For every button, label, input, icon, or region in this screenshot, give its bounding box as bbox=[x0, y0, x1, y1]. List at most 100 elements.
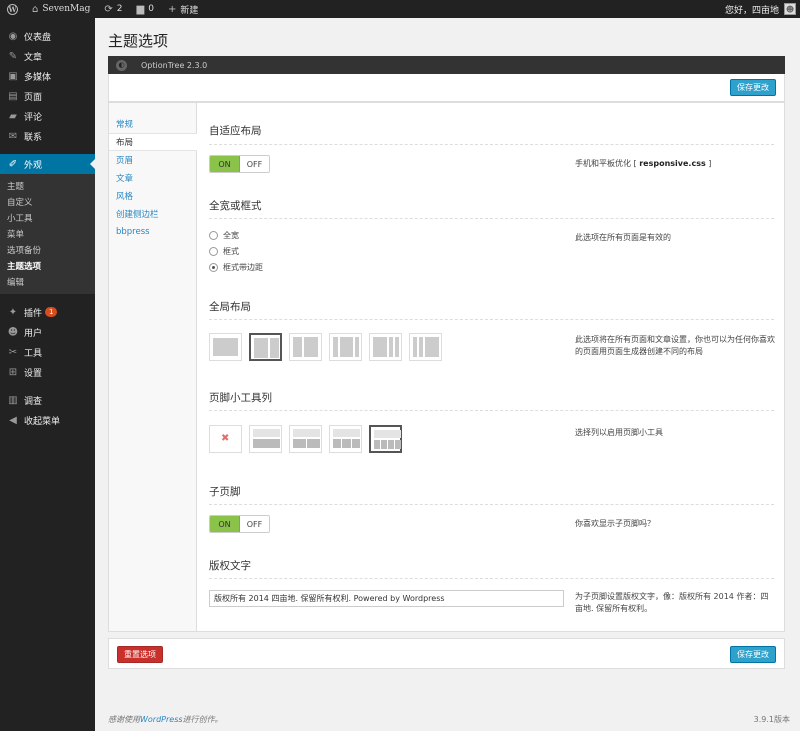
desc-code: responsive.css bbox=[639, 159, 706, 168]
layout-column bbox=[304, 337, 318, 357]
tool-icon: ✂ bbox=[8, 346, 18, 358]
menu-item-label: 文章 bbox=[24, 52, 43, 63]
footer-columns-option[interactable] bbox=[369, 425, 402, 453]
responsive-toggle[interactable]: ON OFF bbox=[209, 155, 270, 173]
tab-1[interactable]: 布局 bbox=[109, 133, 197, 151]
tab-3[interactable]: 文章 bbox=[109, 169, 196, 187]
close-icon: ✖ bbox=[221, 433, 230, 444]
footer-column bbox=[253, 439, 280, 448]
no-columns-option[interactable]: ✖ bbox=[209, 425, 242, 453]
copyright-input[interactable]: 版权所有 2014 四亩地. 保留所有权利. Powered by Wordpr… bbox=[209, 590, 564, 607]
toggle-on[interactable]: ON bbox=[210, 156, 240, 172]
layout-column bbox=[355, 337, 359, 357]
subfooter-toggle[interactable]: ON OFF bbox=[209, 515, 270, 533]
footer-thanks: 感谢使用WordPress进行创作。 bbox=[108, 714, 223, 725]
avatar: ☻ bbox=[784, 3, 796, 15]
divider bbox=[209, 504, 774, 505]
page-icon: ▤ bbox=[8, 90, 18, 102]
submenu-item[interactable]: 选项备份 bbox=[0, 242, 95, 258]
updates-link[interactable]: ⟳ 2 bbox=[97, 0, 129, 18]
submenu-item[interactable]: 小工具 bbox=[0, 210, 95, 226]
tab-2[interactable]: 页眉 bbox=[109, 151, 196, 169]
footer-column bbox=[293, 439, 306, 448]
menu-item-label: 用户 bbox=[24, 328, 43, 339]
layout-column bbox=[293, 337, 302, 357]
submenu-item[interactable]: 编辑 bbox=[0, 274, 95, 290]
tab-4[interactable]: 风格 bbox=[109, 187, 196, 205]
site-name-link[interactable]: ⌂ SevenMag bbox=[25, 0, 97, 18]
my-account[interactable]: 您好，四亩地 ☻ bbox=[725, 3, 800, 16]
radio-button[interactable] bbox=[209, 263, 218, 272]
toggle-on[interactable]: ON bbox=[210, 516, 240, 532]
comments-link[interactable]: ▆ 0 bbox=[130, 0, 161, 18]
save-changes-button-bottom[interactable]: 保存更改 bbox=[730, 646, 776, 663]
menu-item-media[interactable]: ▣ 多媒体 bbox=[0, 66, 95, 86]
section-title-footer-widgets: 页脚小工具列 bbox=[209, 392, 272, 404]
desc-suffix: ] bbox=[705, 159, 712, 168]
layout-option[interactable] bbox=[209, 333, 242, 361]
global-layout-description: 此选项将在所有页面和文章设置，你也可以为任何你喜欢的页面用页面生成器创建不同的布… bbox=[575, 335, 775, 356]
menu-item-comment[interactable]: ▰ 评论 bbox=[0, 106, 95, 126]
layout-column bbox=[413, 337, 417, 357]
menu-item-appearance[interactable]: ✐ 外观 bbox=[0, 154, 95, 174]
bottom-toolbar: 重置选项 保存更改 bbox=[108, 638, 785, 669]
menu-item-user[interactable]: ☻ 用户 bbox=[0, 322, 95, 342]
layout-option[interactable] bbox=[289, 333, 322, 361]
layout-option[interactable] bbox=[409, 333, 442, 361]
footer-columns-option[interactable] bbox=[249, 425, 282, 453]
menu-item-plugin[interactable]: ✦ 插件 1 bbox=[0, 302, 95, 322]
menu-item-pin[interactable]: ✎ 文章 bbox=[0, 46, 95, 66]
layout-option[interactable] bbox=[249, 333, 282, 361]
user-icon: ☻ bbox=[7, 326, 19, 338]
footer-column bbox=[307, 439, 320, 448]
reset-options-button[interactable]: 重置选项 bbox=[117, 646, 163, 663]
menu-item-page[interactable]: ▤ 页面 bbox=[0, 86, 95, 106]
menu-item-dashboard[interactable]: ◉ 仪表盘 bbox=[0, 26, 95, 46]
admin-sidebar: ◉ 仪表盘 ✎ 文章 ▣ 多媒体 ▤ 页面 ▰ 评论 ✉ 联系 ✐ 外观 主题 自定义 小工具 菜单 选项备份… bbox=[0, 18, 95, 731]
radio-button[interactable] bbox=[209, 231, 218, 240]
menu-item-collapse[interactable]: ◀ 收起菜单 bbox=[0, 410, 95, 430]
menu-item-settings[interactable]: ⊞ 设置 bbox=[0, 362, 95, 382]
width-option[interactable]: 框式带边距 bbox=[209, 262, 263, 273]
tab-0[interactable]: 常规 bbox=[109, 115, 196, 133]
layout-option[interactable] bbox=[369, 333, 402, 361]
layout-column bbox=[425, 337, 439, 357]
menu-item-label: 联系 bbox=[24, 132, 43, 143]
submenu-item[interactable]: 菜单 bbox=[0, 226, 95, 242]
save-changes-button-top[interactable]: 保存更改 bbox=[730, 79, 776, 96]
footer-column bbox=[395, 440, 401, 449]
toggle-off[interactable]: OFF bbox=[240, 156, 269, 172]
site-name: SevenMag bbox=[42, 4, 91, 14]
new-content-link[interactable]: + 新建 bbox=[161, 0, 205, 18]
footer-top-band bbox=[374, 430, 401, 438]
menu-item-tool[interactable]: ✂ 工具 bbox=[0, 342, 95, 362]
menu-item-label: 调查 bbox=[24, 396, 43, 407]
optiontree-version: OptionTree 2.3.0 bbox=[141, 60, 208, 70]
wp-logo-menu[interactable]: W bbox=[0, 0, 25, 18]
footer-top-band bbox=[333, 429, 360, 437]
divider bbox=[209, 319, 774, 320]
footer-columns-option[interactable] bbox=[329, 425, 362, 453]
submenu-item[interactable]: 主题选项 bbox=[0, 258, 95, 274]
menu-item-contact[interactable]: ✉ 联系 bbox=[0, 126, 95, 146]
thanks-suffix: 进行创作。 bbox=[182, 715, 223, 724]
admin-bar: W ⌂ SevenMag ⟳ 2 ▆ 0 + 新建 您好，四亩地 ☻ bbox=[0, 0, 800, 18]
wordpress-link[interactable]: WordPress bbox=[140, 715, 183, 724]
toggle-off[interactable]: OFF bbox=[240, 516, 269, 532]
layout-option[interactable] bbox=[329, 333, 362, 361]
radio-button[interactable] bbox=[209, 247, 218, 256]
width-option[interactable]: 框式 bbox=[209, 246, 239, 257]
width-option[interactable]: 全宽 bbox=[209, 230, 239, 241]
comment-bubble-icon: ▆ bbox=[136, 3, 145, 15]
options-tabs: 常规 布局 页眉 文章 风格 创建侧边栏 bbpress bbox=[109, 103, 197, 631]
menu-item-survey[interactable]: ▥ 调查 bbox=[0, 390, 95, 410]
wordpress-logo-icon: W bbox=[7, 3, 18, 15]
submenu-item[interactable]: 主题 bbox=[0, 178, 95, 194]
tab-6[interactable]: bbpress bbox=[109, 223, 196, 241]
footer-columns-option[interactable] bbox=[289, 425, 322, 453]
tab-5[interactable]: 创建侧边栏 bbox=[109, 205, 196, 223]
footer-column bbox=[388, 440, 394, 449]
subfooter-description: 你喜欢显示子页脚吗？ bbox=[575, 519, 655, 528]
menu-item-label: 工具 bbox=[24, 348, 43, 359]
submenu-item[interactable]: 自定义 bbox=[0, 194, 95, 210]
